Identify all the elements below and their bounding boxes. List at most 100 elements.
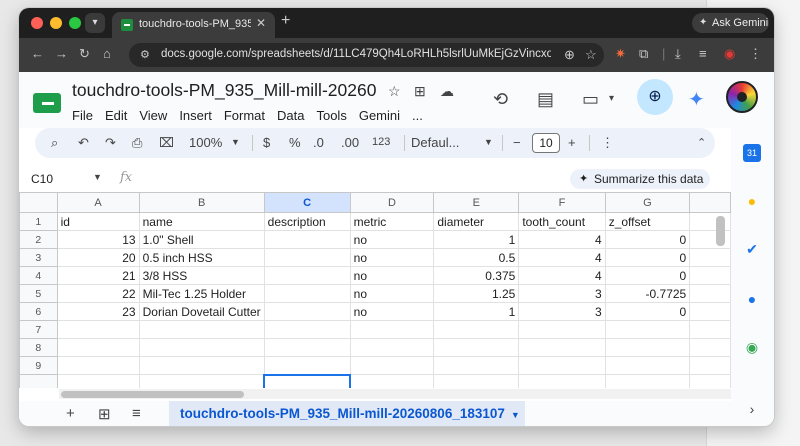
font-size-input[interactable]: 10 [532,133,560,153]
extension-burst-icon[interactable]: ✷ [615,46,626,62]
move-folder-icon[interactable]: ⊞ [414,83,426,100]
contacts-person-icon[interactable]: ● [743,290,761,308]
zoom-select[interactable]: 100% [189,135,222,150]
cell[interactable]: 1 [433,230,520,249]
row-header[interactable]: 8 [19,338,58,357]
cell[interactable] [518,374,606,388]
more-toolbar-options-icon[interactable]: ⋮ [601,135,614,151]
minimize-window-button[interactable] [50,17,62,29]
cell[interactable]: 0 [604,266,691,285]
cell[interactable] [263,248,351,267]
menu-more[interactable]: ... [412,108,423,124]
horizontal-scrollbar[interactable] [61,391,244,398]
row-header[interactable]: 2 [19,230,58,249]
cell[interactable]: 3 [518,302,606,321]
reload-icon[interactable]: ↻ [79,46,90,62]
meet-video-icon[interactable]: ▭ [582,89,599,110]
cell[interactable]: 0.5 [433,248,520,267]
cell[interactable]: 3/8 HSS [138,266,265,285]
cell[interactable] [263,266,351,285]
row-header[interactable]: 9 [19,356,58,375]
row-header[interactable] [19,374,58,388]
cell[interactable]: z_offset [604,212,691,231]
url-text[interactable]: docs.google.com/spreadsheets/d/11LC479Qh… [161,48,551,60]
cell[interactable] [263,230,351,249]
cell[interactable] [138,338,265,357]
decrease-font-size-icon[interactable]: − [513,135,521,150]
row-header[interactable]: 6 [19,302,58,321]
cell[interactable]: id [56,212,140,231]
cell[interactable]: description [263,212,351,231]
cell[interactable]: 20 [56,248,140,267]
cell[interactable]: 0.375 [433,266,520,285]
tab-close-icon[interactable]: ✕ [256,16,266,30]
profile-avatar-icon[interactable]: ◉ [724,46,735,62]
cell[interactable] [689,248,731,267]
sheets-logo-icon[interactable] [33,93,61,113]
zoom-window-button[interactable] [69,17,81,29]
percent-format-button[interactable]: % [289,135,301,150]
column-header[interactable]: B [138,192,265,213]
cloud-saved-icon[interactable]: ☁ [440,83,454,100]
extensions-puzzle-icon[interactable]: ⧉ [639,46,648,62]
cell[interactable] [518,320,606,339]
comments-icon[interactable]: ▤ [537,89,554,110]
cell[interactable]: 0 [604,302,691,321]
cell[interactable] [56,320,140,339]
cell[interactable]: no [349,302,435,321]
vertical-scrollbar[interactable] [716,216,725,246]
menu-tools[interactable]: Tools [316,108,346,124]
version-history-icon[interactable]: ⟲ [493,89,508,110]
cell[interactable]: Mil-Tec 1.25 Holder [138,284,265,303]
sheet-tab-active[interactable]: touchdro-tools-PM_935_Mill-mill-20260806… [169,401,525,426]
cell[interactable]: 0.5 inch HSS [138,248,265,267]
print-icon[interactable]: ⎙ [132,135,142,151]
cell[interactable] [433,320,520,339]
cell[interactable] [518,356,606,375]
meet-chevron-icon[interactable]: ▾ [609,93,614,104]
cell[interactable]: 4 [518,248,606,267]
spreadsheet-grid[interactable]: A B C D E F G 1 id name description metr… [19,192,731,388]
cell[interactable]: -0.7725 [604,284,691,303]
cell[interactable] [604,320,691,339]
cell[interactable] [689,266,731,285]
decrease-decimal-button[interactable]: .0 [313,135,324,150]
increase-decimal-button[interactable]: .00 [341,135,359,150]
cell[interactable]: 22 [56,284,140,303]
omnibox[interactable]: ⚙ docs.google.com/spreadsheets/d/11LC479… [129,43,604,67]
menu-edit[interactable]: Edit [105,108,127,124]
document-title[interactable]: touchdro-tools-PM_935_Mill-mill-20260... [72,80,377,101]
forward-arrow-icon[interactable]: → [55,46,68,61]
cell[interactable] [56,356,140,375]
download-icon[interactable]: ⤓ [675,46,681,62]
collapse-toolbar-chevron-icon[interactable]: ⌃ [697,136,706,149]
column-header[interactable] [689,192,731,213]
column-header[interactable]: F [518,192,606,213]
cell[interactable] [138,374,265,388]
cell[interactable]: Dorian Dovetail Cutter [138,302,265,321]
cell[interactable] [263,356,351,375]
cell[interactable]: 4 [518,266,606,285]
cell[interactable] [263,320,351,339]
menu-data[interactable]: Data [277,108,304,124]
row-header[interactable]: 1 [19,212,58,231]
name-box[interactable]: C10 [31,172,53,186]
cell[interactable] [604,356,691,375]
cell-grid[interactable]: A B C D E F G 1 id name description metr… [19,192,731,388]
back-arrow-icon[interactable]: ← [31,46,44,61]
site-info-icon[interactable]: ⚙ [140,48,154,62]
cell[interactable]: 4 [518,230,606,249]
cell[interactable]: no [349,266,435,285]
column-header-selected[interactable]: C [263,192,351,213]
cell[interactable]: no [349,230,435,249]
add-sheet-plus-icon[interactable]: + [66,405,75,422]
cell[interactable] [349,374,435,388]
cell[interactable] [689,338,731,357]
cell[interactable]: 21 [56,266,140,285]
cell[interactable]: no [349,248,435,267]
cell[interactable]: 3 [518,284,606,303]
keep-bulb-icon[interactable]: ● [743,192,761,210]
account-avatar[interactable] [726,81,758,113]
sheet-list-menu-icon[interactable]: ≡ [132,405,141,422]
cell[interactable] [138,356,265,375]
